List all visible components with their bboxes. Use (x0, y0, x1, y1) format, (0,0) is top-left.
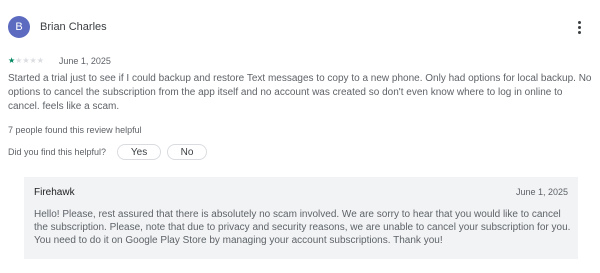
rating-row: ★ ★ ★ ★ ★ June 1, 2025 (8, 55, 111, 67)
review-date: June 1, 2025 (58, 56, 111, 66)
review-header: B Brian Charles (8, 16, 107, 38)
star-filled-icon: ★ (8, 56, 16, 65)
helpful-count: 7 people found this review helpful (8, 125, 142, 135)
developer-reply: Firehawk June 1, 2025 Hello! Please, res… (24, 177, 578, 259)
reply-text: Hello! Please, rest assured that there i… (34, 209, 571, 246)
more-vert-icon-dot (577, 20, 581, 24)
star-empty-icon: ★ (22, 56, 30, 65)
star-empty-icon: ★ (15, 56, 23, 65)
reply-date: June 1, 2025 (515, 187, 568, 197)
review-text: Started a trial just to see if I could b… (8, 73, 592, 112)
avatar: B (8, 16, 30, 38)
review-card: B Brian Charles ★ ★ ★ ★ ★ June 1, 2025 Start… (0, 0, 600, 273)
reply-author: Firehawk (34, 186, 75, 198)
helpful-no-button[interactable]: No (167, 144, 208, 160)
helpful-yes-button[interactable]: Yes (117, 144, 162, 160)
more-options-button[interactable] (574, 16, 584, 38)
reply-header: Firehawk June 1, 2025 (34, 186, 568, 198)
more-vert-icon-dot (577, 25, 581, 29)
helpful-row: Did you find this helpful? Yes No (8, 144, 208, 160)
helpful-question: Did you find this helpful? (8, 147, 107, 157)
star-empty-icon: ★ (29, 56, 37, 65)
more-vert-icon-dot (577, 30, 581, 34)
star-rating: ★ ★ ★ ★ ★ (8, 57, 44, 65)
reviewer-name: Brian Charles (40, 21, 107, 33)
star-empty-icon: ★ (36, 56, 44, 65)
